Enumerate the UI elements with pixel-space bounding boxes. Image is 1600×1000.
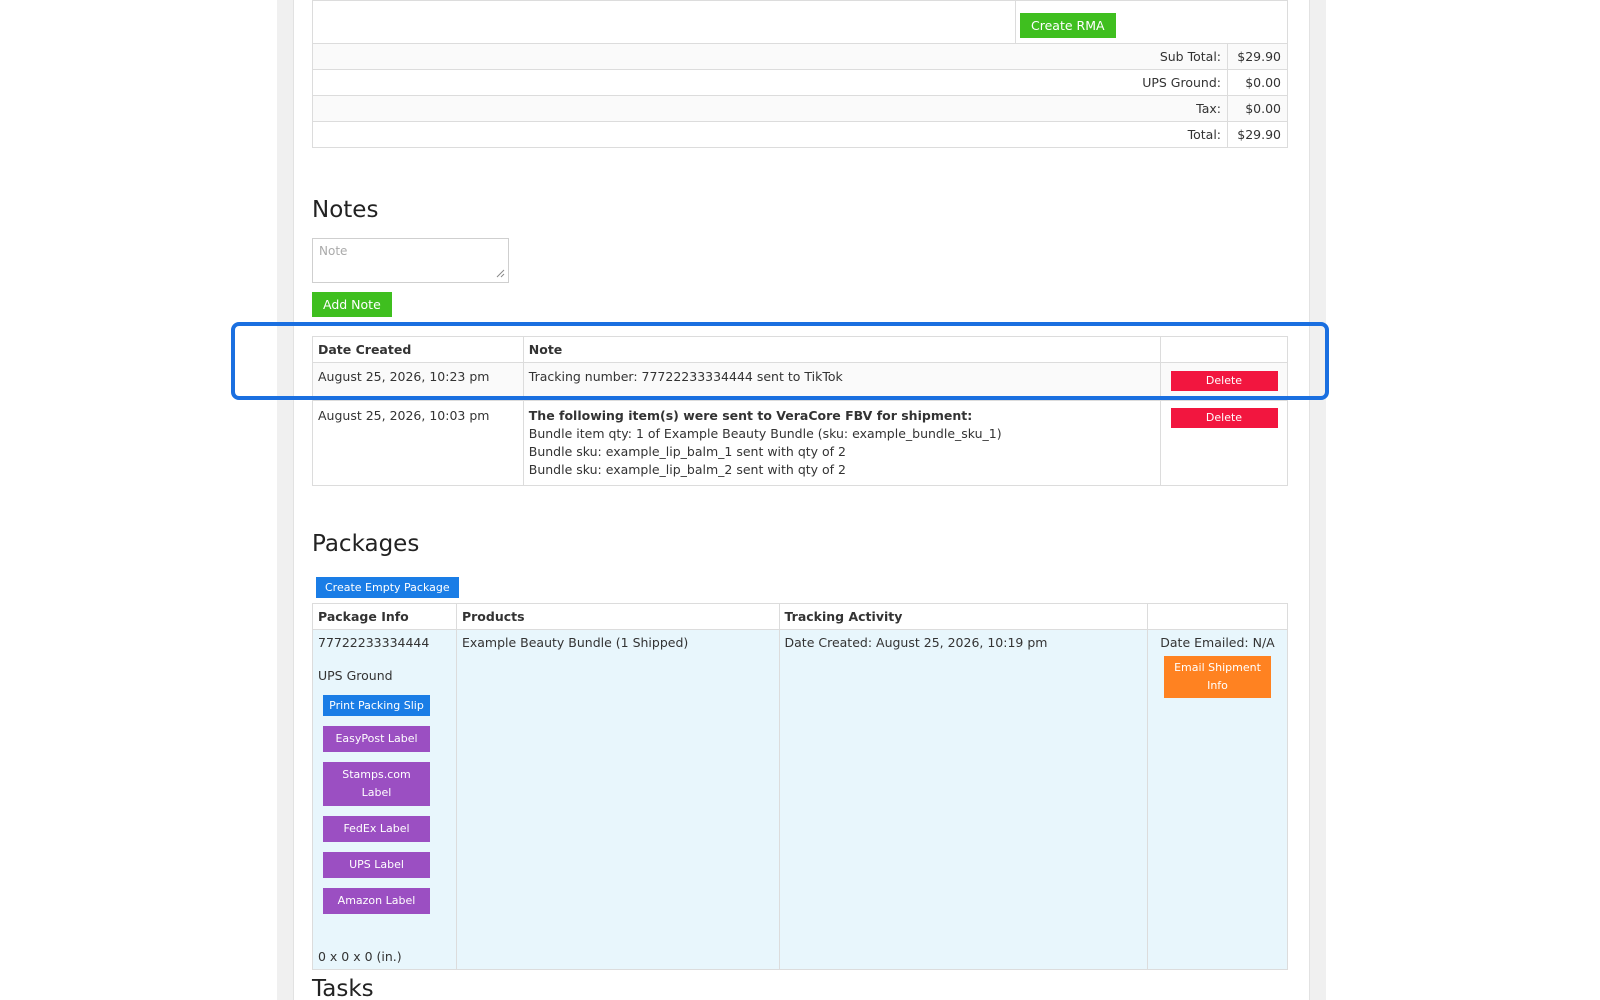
notes-heading: Notes [312,197,379,223]
rma-cell: Create RMA [312,0,1288,44]
shipping-label: UPS Ground: [312,69,1228,96]
date-emailed: Date Emailed: N/A [1160,635,1275,650]
note-title: The following item(s) were sent to VeraC… [528,408,973,423]
left-gutter [277,0,294,1000]
col-note: Note [522,336,1162,363]
note-text: The following item(s) were sent to VeraC… [522,400,1162,486]
note-input[interactable] [312,238,509,283]
order-detail-panel: Create RMA Sub Total: $29.90 UPS Ground:… [294,0,1309,1000]
rma-divider [1015,1,1016,44]
delete-note-button[interactable]: Delete [1170,371,1278,391]
package-products: Example Beauty Bundle (1 Shipped) [455,629,780,970]
col-email [1147,603,1288,630]
totals-row-subtotal: Sub Total: $29.90 [312,43,1288,70]
note-date: August 25, 2026, 10:23 pm [312,362,524,401]
col-tracking-activity: Tracking Activity [778,603,1149,630]
fedex-label-button[interactable]: FedEx Label [323,816,430,842]
note-text: Tracking number: 77722233334444 sent to … [522,362,1162,401]
subtotal-label: Sub Total: [312,43,1228,70]
package-dimensions: 0 x 0 x 0 (in.) [318,949,402,964]
ups-label-button[interactable]: UPS Label [323,852,430,878]
package-carrier: UPS Ground [318,668,393,683]
package-info-cell: 77722233334444 UPS Ground Print Packing … [312,629,457,970]
right-gutter [1309,0,1326,1000]
totals-row-tax: Tax: $0.00 [312,95,1288,122]
notes-header-row: Date Created Note [312,336,1288,363]
email-shipment-info-button[interactable]: Email Shipment Info [1164,656,1271,698]
amazon-label-button[interactable]: Amazon Label [323,888,430,914]
package-tracking-activity: Date Created: August 25, 2026, 10:19 pm [778,629,1149,970]
add-note-button[interactable]: Add Note [312,292,392,317]
col-products: Products [455,603,780,630]
packages-header-row: Package Info Products Tracking Activity [312,603,1288,630]
note-actions: Delete [1160,362,1288,401]
rma-row: Create RMA [312,0,1288,44]
stamps-label-button[interactable]: Stamps.com Label [323,762,430,806]
note-actions: Delete [1160,400,1288,486]
order-totals-table: Create RMA Sub Total: $29.90 UPS Ground:… [312,0,1288,148]
package-label-buttons: Print Packing Slip EasyPost Label Stamps… [323,695,430,914]
easypost-label-button[interactable]: EasyPost Label [323,726,430,752]
create-rma-button[interactable]: Create RMA [1020,13,1116,38]
resize-grip-icon[interactable] [495,268,505,278]
col-actions [1160,336,1288,363]
note-date: August 25, 2026, 10:03 pm [312,400,524,486]
tasks-heading: Tasks [312,976,374,1000]
note-row: August 25, 2026, 10:03 pm The following … [312,400,1288,486]
totals-row-total: Total: $29.90 [312,121,1288,148]
package-row: 77722233334444 UPS Ground Print Packing … [312,629,1288,970]
total-value: $29.90 [1227,121,1288,148]
notes-table: Date Created Note August 25, 2026, 10:23… [312,336,1288,486]
print-packing-slip-button[interactable]: Print Packing Slip [323,695,430,716]
package-email-cell: Date Emailed: N/A Email Shipment Info [1147,629,1288,970]
note-line: Bundle sku: example_lip_balm_1 sent with… [528,444,847,459]
delete-note-button[interactable]: Delete [1170,408,1278,428]
tax-label: Tax: [312,95,1228,122]
subtotal-value: $29.90 [1227,43,1288,70]
tax-value: $0.00 [1227,95,1288,122]
packages-table: Package Info Products Tracking Activity … [312,603,1288,970]
totals-row-shipping: UPS Ground: $0.00 [312,69,1288,96]
note-line: Bundle sku: example_lip_balm_2 sent with… [528,462,847,477]
note-line: Bundle item qty: 1 of Example Beauty Bun… [528,426,1002,441]
shipping-value: $0.00 [1227,69,1288,96]
col-package-info: Package Info [312,603,457,630]
col-date-created: Date Created [312,336,524,363]
create-empty-package-button[interactable]: Create Empty Package [316,577,459,598]
package-tracking-number: 77722233334444 [318,635,430,650]
total-label: Total: [312,121,1228,148]
packages-heading: Packages [312,531,420,557]
note-row: August 25, 2026, 10:23 pm Tracking numbe… [312,362,1288,401]
